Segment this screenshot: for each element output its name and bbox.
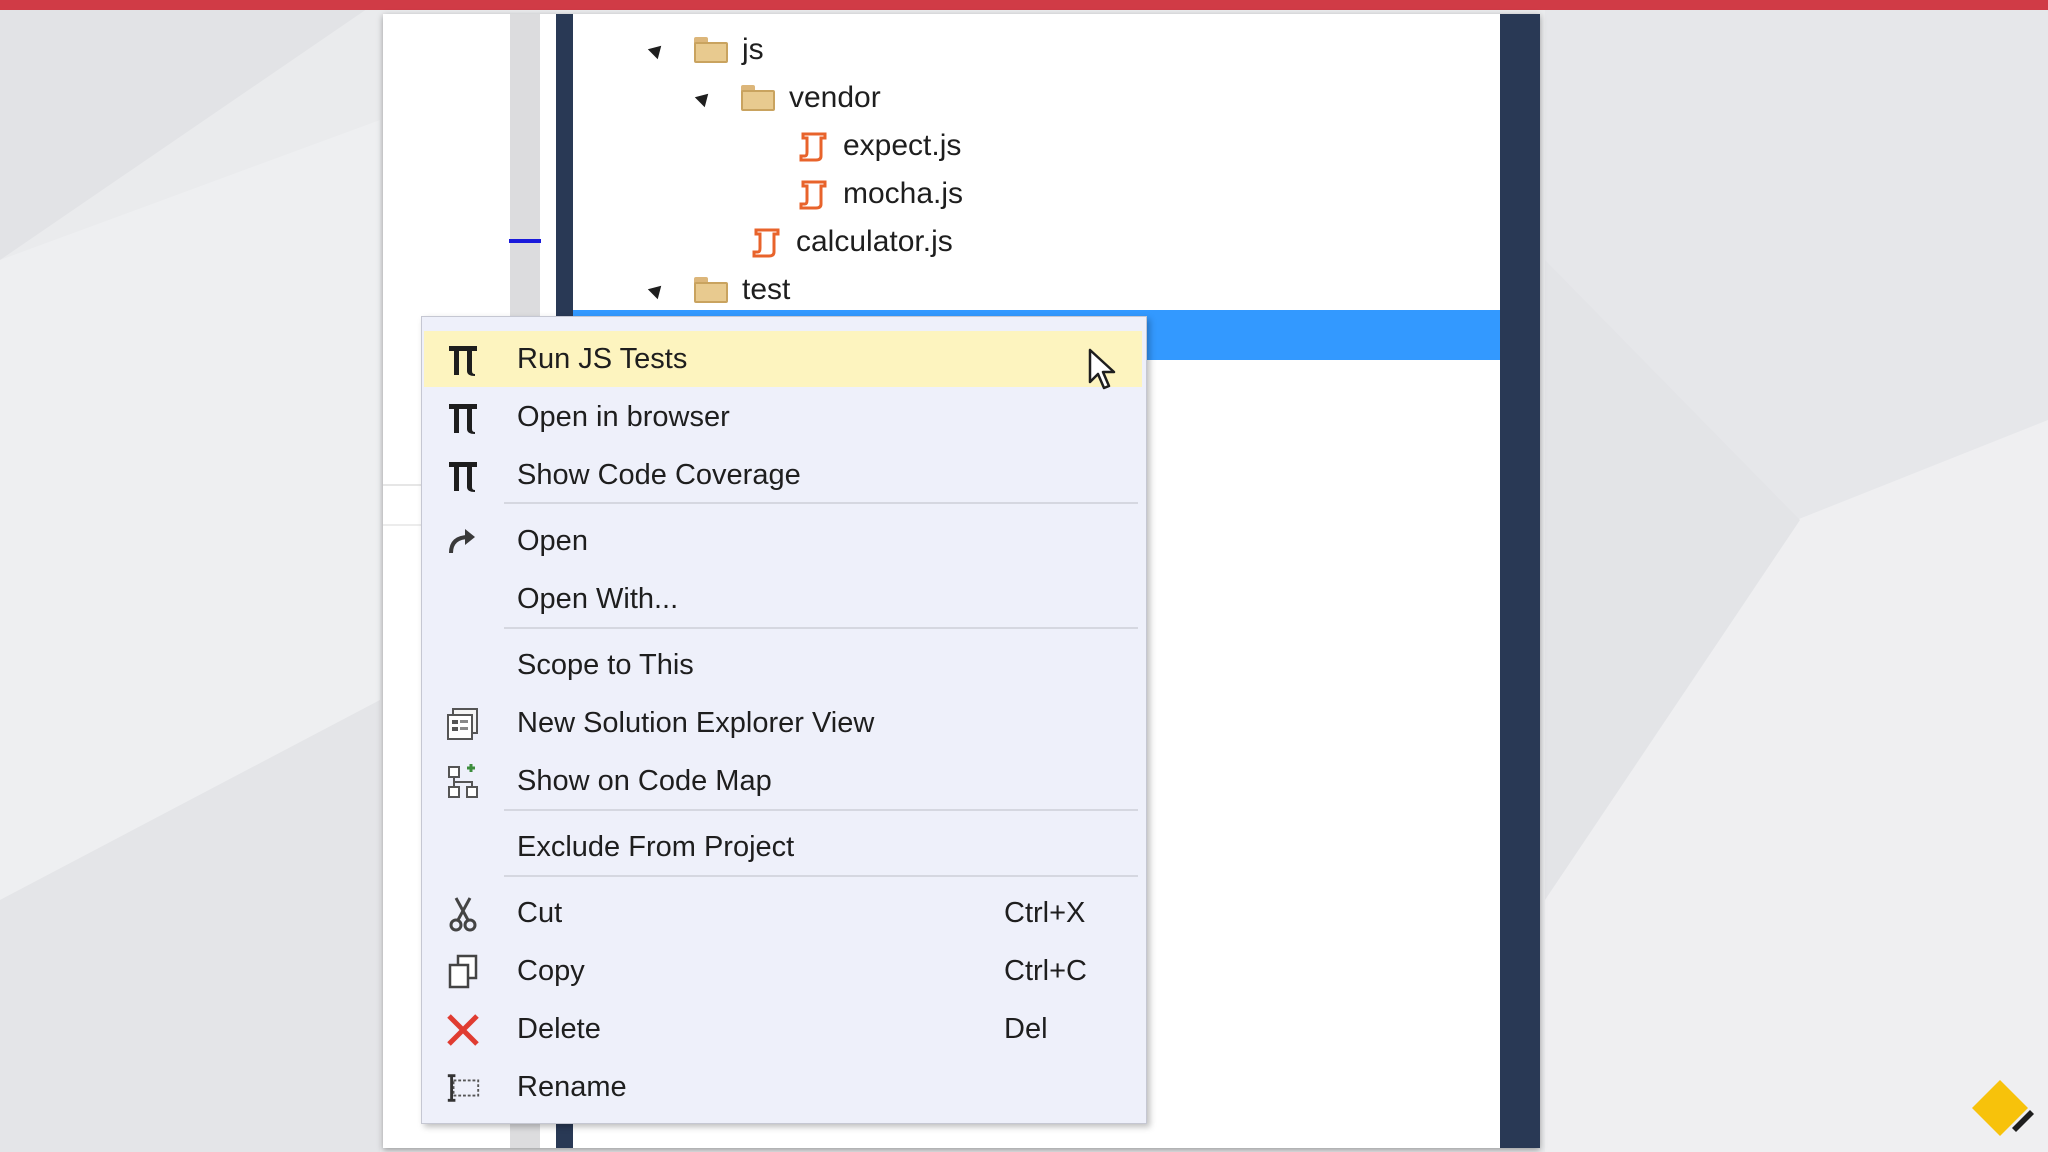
menu-item-label: Exclude From Project	[517, 830, 795, 863]
divider	[383, 484, 423, 486]
tree-item-label: js	[742, 33, 764, 66]
menu-item-scope-to-this[interactable]: Scope to This	[424, 637, 1142, 693]
mouse-cursor-icon	[1088, 348, 1116, 390]
tree-item-js[interactable]: js	[647, 28, 764, 72]
copy-icon	[444, 953, 482, 991]
menu-item-exclude-from-project[interactable]: Exclude From Project	[424, 819, 1142, 875]
tree-item-calculator-js[interactable]: calculator.js	[750, 220, 953, 264]
rename-icon	[444, 1069, 482, 1107]
expand-arrow-icon[interactable]	[647, 280, 667, 300]
menu-item-label: Delete	[517, 1012, 601, 1045]
menu-item-show-code-coverage[interactable]: Show Code Coverage	[424, 447, 1142, 503]
chutzpah-icon	[444, 341, 482, 379]
menu-item-copy[interactable]: Copy Ctrl+C	[424, 943, 1142, 999]
menu-item-show-on-code-map[interactable]: Show on Code Map	[424, 753, 1142, 809]
menu-item-open-in-browser[interactable]: Open in browser	[424, 389, 1142, 445]
tree-item-label: mocha.js	[843, 177, 964, 210]
menu-item-label: Copy	[517, 954, 585, 987]
tree-item-label: vendor	[789, 81, 881, 114]
scissors-icon	[444, 895, 482, 933]
shortcut-label: Ctrl+X	[1004, 896, 1086, 929]
delete-x-icon	[444, 1011, 482, 1049]
menu-item-label: Run JS Tests	[517, 342, 688, 375]
js-file-icon	[797, 178, 829, 210]
folder-icon	[741, 85, 775, 111]
js-file-icon	[750, 226, 782, 258]
tree-item-label: expect.js	[843, 129, 962, 162]
menu-item-open[interactable]: Open	[424, 513, 1142, 569]
folder-icon	[694, 277, 728, 303]
menu-item-label: Cut	[517, 896, 563, 929]
solution-explorer-view-icon	[444, 705, 482, 743]
folder-icon	[694, 37, 728, 63]
chutzpah-icon	[444, 457, 482, 495]
expand-arrow-icon[interactable]	[694, 88, 714, 108]
right-edge-bar	[1500, 14, 1540, 1148]
menu-item-label: Scope to This	[517, 648, 694, 681]
menu-item-label: Rename	[517, 1070, 627, 1103]
menu-separator	[504, 809, 1138, 811]
menu-item-label: Show on Code Map	[517, 764, 772, 797]
code-map-icon	[444, 763, 482, 801]
tree-item-vendor[interactable]: vendor	[694, 76, 881, 120]
menu-separator	[504, 627, 1138, 629]
divider	[383, 524, 423, 526]
menu-item-label: Open With...	[517, 582, 679, 615]
open-arrow-icon	[444, 523, 482, 561]
chutzpah-icon	[444, 399, 482, 437]
scroll-marker	[509, 239, 541, 243]
menu-separator	[504, 502, 1138, 504]
tree-item-mocha-js[interactable]: mocha.js	[797, 172, 963, 216]
tree-item-expect-js[interactable]: expect.js	[797, 124, 961, 168]
shortcut-label: Del	[1004, 1012, 1048, 1045]
menu-item-new-solution-explorer-view[interactable]: New Solution Explorer View	[424, 695, 1142, 751]
top-accent-bar	[0, 0, 2048, 10]
expand-arrow-icon[interactable]	[647, 40, 667, 60]
context-menu: Run JS Tests Open in browser Show Code C…	[421, 316, 1147, 1124]
js-file-icon	[797, 130, 829, 162]
tree-item-test[interactable]: test	[647, 268, 791, 312]
tree-item-label: test	[742, 273, 791, 306]
tree-item-label: calculator.js	[796, 225, 953, 258]
menu-item-rename[interactable]: Rename	[424, 1059, 1142, 1115]
shortcut-label: Ctrl+C	[1004, 954, 1087, 987]
menu-item-label: New Solution Explorer View	[517, 706, 875, 739]
menu-item-label: Show Code Coverage	[517, 458, 801, 491]
menu-separator	[504, 875, 1138, 877]
menu-item-delete[interactable]: Delete Del	[424, 1001, 1142, 1057]
menu-item-run-js-tests[interactable]: Run JS Tests	[424, 331, 1142, 387]
brand-logo-icon	[1972, 1080, 2034, 1136]
menu-item-cut[interactable]: Cut Ctrl+X	[424, 885, 1142, 941]
menu-item-label: Open	[517, 524, 588, 557]
menu-item-open-with[interactable]: Open With...	[424, 571, 1142, 627]
menu-item-label: Open in browser	[517, 400, 730, 433]
